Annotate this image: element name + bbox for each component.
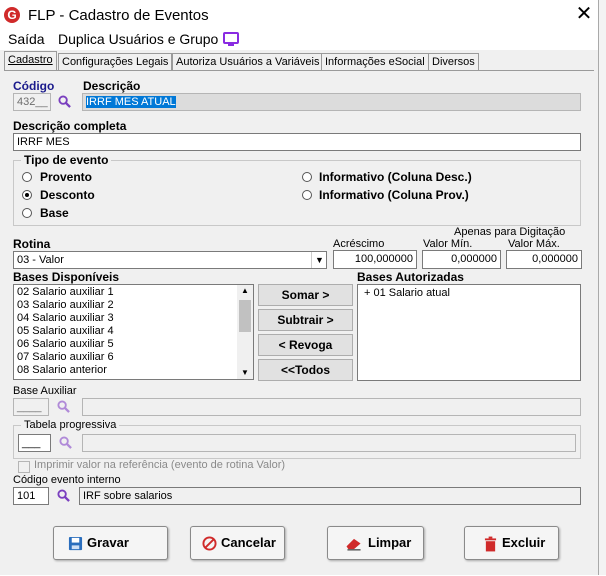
scroll-up-icon[interactable]: ▲ (241, 286, 249, 295)
menu-duplica-usuarios[interactable]: Duplica Usuários e Grupo (58, 31, 218, 47)
gravar-label: Gravar (87, 535, 129, 550)
gravar-button[interactable]: Gravar (53, 526, 168, 560)
codigo-label: Código (13, 79, 55, 93)
base-auxiliar-field[interactable]: ____ (13, 398, 49, 416)
list-item[interactable]: 02 Salario auxiliar 1 (14, 286, 253, 299)
descricao-value: IRRF MES ATUAL (86, 96, 176, 108)
codigo-field[interactable]: 432__ (13, 93, 51, 111)
descricao-field[interactable]: IRRF MES ATUAL (82, 93, 581, 111)
tabela-progressiva-field[interactable]: ___ (18, 434, 51, 452)
tipo-evento-group (13, 160, 581, 226)
bases-autorizadas-label: Bases Autorizadas (357, 270, 464, 284)
imprimir-label: Imprimir valor na referência (evento de … (34, 459, 286, 471)
window-title: FLP - Cadastro de Eventos (28, 7, 209, 24)
save-icon (68, 536, 83, 551)
trash-icon (484, 536, 497, 552)
chevron-down-icon[interactable]: ▼ (311, 252, 327, 268)
list-item[interactable]: 07 Salario auxiliar 6 (14, 351, 253, 364)
tab-configuracoes-legais[interactable]: Configurações Legais (58, 53, 173, 70)
codigo-interno-label: Código evento interno (13, 474, 121, 486)
tab-cadastro[interactable]: Cadastro (4, 51, 57, 71)
revoga-button[interactable]: < Revoga (258, 334, 353, 356)
desconto-label: Desconto (40, 188, 95, 202)
base-auxiliar-desc-field (82, 398, 581, 416)
radio-informativo-prov[interactable] (302, 190, 312, 200)
valor-min-label: Valor Mín. (423, 238, 473, 250)
bases-disponiveis-label: Bases Disponíveis (13, 270, 120, 284)
background-window-edge (599, 0, 606, 575)
rotina-value: 03 - Valor (17, 254, 64, 266)
informativo-prov-label: Informativo (Coluna Prov.) (319, 188, 469, 202)
apenas-digitacao-label: Apenas para Digitação (454, 226, 566, 238)
search-codigo-icon[interactable] (58, 95, 71, 108)
cancelar-label: Cancelar (221, 535, 276, 550)
descricao-completa-field[interactable]: IRRF MES (13, 133, 581, 151)
valor-max-label: Valor Máx. (508, 238, 560, 250)
list-item[interactable]: 04 Salario auxiliar 3 (14, 312, 253, 325)
codigo-interno-desc-field: IRF sobre salarios (79, 487, 581, 505)
search-codigo-interno-icon[interactable] (57, 489, 70, 502)
list-item[interactable]: 06 Salario auxiliar 5 (14, 338, 253, 351)
app-logo-icon: G (4, 7, 20, 23)
base-auxiliar-label: Base Auxiliar (13, 385, 77, 397)
list-item[interactable]: 08 Salario anterior (14, 364, 253, 377)
cancelar-button[interactable]: Cancelar (190, 526, 285, 560)
eraser-icon (346, 538, 361, 551)
somar-button[interactable]: Somar > (258, 284, 353, 306)
scroll-down-icon[interactable]: ▼ (241, 368, 249, 377)
codigo-interno-field[interactable]: 101 (13, 487, 49, 505)
search-base-auxiliar-icon[interactable] (57, 400, 70, 413)
tab-diversos[interactable]: Diversos (428, 53, 479, 70)
descricao-completa-label: Descrição completa (13, 119, 127, 133)
radio-provento[interactable] (22, 172, 32, 182)
list-item[interactable]: 05 Salario auxiliar 4 (14, 325, 253, 338)
limpar-label: Limpar (368, 535, 412, 550)
limpar-button[interactable]: Limpar (327, 526, 424, 560)
radio-informativo-desc[interactable] (302, 172, 312, 182)
tipo-evento-legend: Tipo de evento (21, 153, 112, 167)
tab-informacoes-esocial[interactable]: Informações eSocial (321, 53, 429, 70)
excluir-label: Excluir (502, 535, 546, 550)
search-tabela-icon[interactable] (59, 436, 72, 449)
valor-max-field[interactable]: 0,000000 (506, 250, 582, 269)
list-item[interactable]: 03 Salario auxiliar 2 (14, 299, 253, 312)
close-icon[interactable]: ✕ (572, 3, 596, 27)
radio-base[interactable] (22, 208, 32, 218)
rotina-label: Rotina (13, 237, 51, 251)
radio-desconto[interactable] (22, 190, 32, 200)
scrollbar-thumb[interactable] (239, 300, 251, 332)
menu-saida[interactable]: Saída (8, 31, 45, 47)
informativo-desc-label: Informativo (Coluna Desc.) (319, 170, 472, 184)
monitor-icon[interactable] (223, 32, 239, 44)
cancel-icon (202, 536, 217, 551)
base-label: Base (40, 206, 69, 220)
rotina-select[interactable]: 03 - Valor (13, 251, 327, 269)
tabela-progressiva-label: Tabela progressiva (21, 419, 120, 431)
tabela-progressiva-desc-field (82, 434, 576, 452)
excluir-button[interactable]: Excluir (464, 526, 559, 560)
bases-autorizadas-list[interactable]: + 01 Salario atual (357, 284, 581, 381)
bases-disponiveis-list[interactable]: 02 Salario auxiliar 1 03 Salario auxilia… (13, 284, 254, 380)
monitor-stand-icon (228, 44, 234, 46)
todos-button[interactable]: <<Todos (258, 359, 353, 381)
list-item[interactable]: + 01 Salario atual (358, 287, 580, 300)
provento-label: Provento (40, 170, 93, 184)
subtrair-button[interactable]: Subtrair > (258, 309, 353, 331)
acrescimo-field[interactable]: 100,000000 (333, 250, 417, 269)
tab-autoriza-usuarios[interactable]: Autoriza Usuários a Variáveis (172, 53, 324, 70)
descricao-label: Descrição (83, 79, 141, 93)
acrescimo-label: Acréscimo (333, 238, 385, 250)
valor-min-field[interactable]: 0,000000 (422, 250, 501, 269)
imprimir-checkbox[interactable] (18, 461, 30, 473)
